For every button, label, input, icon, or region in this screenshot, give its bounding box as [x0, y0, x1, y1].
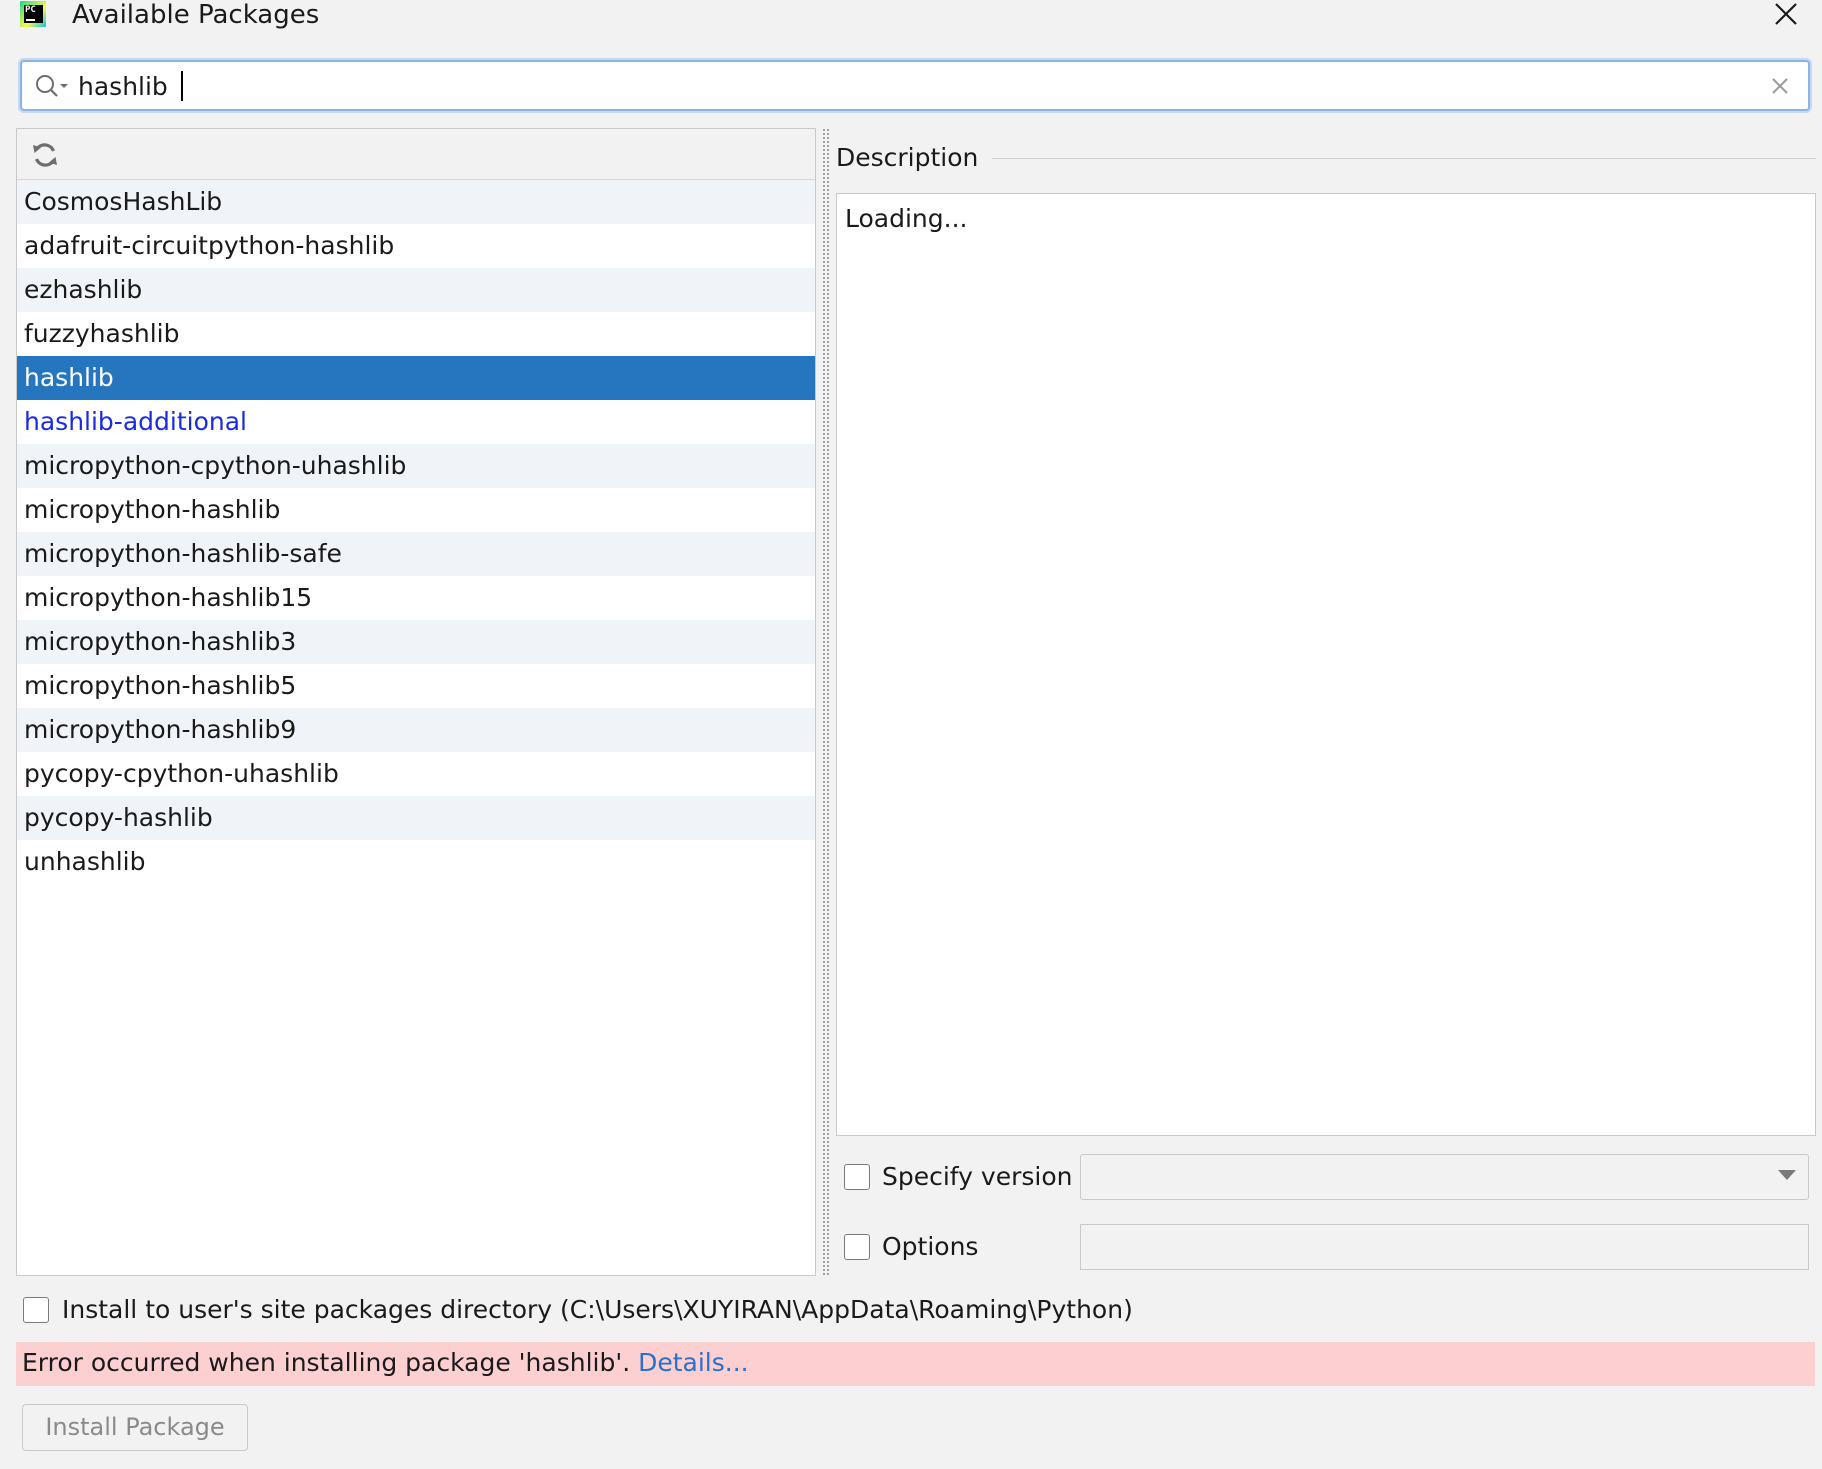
- refresh-icon[interactable]: [29, 139, 61, 171]
- package-list-item[interactable]: ezhashlib: [17, 268, 815, 312]
- description-box: Loading...: [836, 193, 1816, 1136]
- package-list-item[interactable]: micropython-hashlib5: [17, 664, 815, 708]
- package-list-item[interactable]: unhashlib: [17, 840, 815, 884]
- chevron-down-icon: [1778, 1170, 1796, 1180]
- title-bar: PC Available Packages: [0, 0, 1822, 40]
- panel-splitter[interactable]: [822, 128, 830, 1276]
- package-list-item[interactable]: micropython-hashlib3: [17, 620, 815, 664]
- list-toolbar: [17, 129, 815, 180]
- package-list-item[interactable]: micropython-hashlib-safe: [17, 532, 815, 576]
- options-checkbox[interactable]: [844, 1234, 870, 1260]
- pycharm-logo-icon: PC: [20, 1, 46, 27]
- search-icon[interactable]: [34, 73, 70, 99]
- options-label: Options: [882, 1232, 979, 1261]
- package-list-item[interactable]: hashlib-additional: [17, 400, 815, 444]
- install-package-button[interactable]: Install Package: [22, 1404, 248, 1451]
- search-field[interactable]: [20, 60, 1810, 111]
- package-list-item[interactable]: micropython-cpython-uhashlib: [17, 444, 815, 488]
- package-list-item[interactable]: CosmosHashLib: [17, 180, 815, 224]
- window-title: Available Packages: [72, 0, 320, 30]
- description-label: Description: [836, 142, 993, 174]
- package-list-item[interactable]: micropython-hashlib: [17, 488, 815, 532]
- details-link[interactable]: Details...: [638, 1348, 749, 1377]
- user-site-label: Install to user's site packages director…: [62, 1295, 1133, 1324]
- package-list-item[interactable]: pycopy-hashlib: [17, 796, 815, 840]
- package-list-item[interactable]: micropython-hashlib15: [17, 576, 815, 620]
- user-site-checkbox[interactable]: [23, 1297, 49, 1323]
- description-text: Loading...: [845, 204, 968, 233]
- error-message: Error occurred when installing package '…: [22, 1346, 749, 1380]
- specify-version-checkbox[interactable]: [844, 1164, 870, 1190]
- version-dropdown[interactable]: [1080, 1154, 1809, 1200]
- package-list-item[interactable]: adafruit-circuitpython-hashlib: [17, 224, 815, 268]
- package-list-item[interactable]: fuzzyhashlib: [17, 312, 815, 356]
- clear-icon[interactable]: [1768, 74, 1792, 98]
- package-list-item[interactable]: hashlib: [17, 356, 815, 400]
- package-list: CosmosHashLib adafruit-circuitpython-hash…: [17, 180, 815, 884]
- search-input[interactable]: [78, 68, 1718, 104]
- options-input[interactable]: [1080, 1224, 1809, 1270]
- available-packages-dialog: PC Available Packages hashlib CosmosHash…: [0, 0, 1822, 1469]
- error-message-text: Error occurred when installing package '…: [22, 1348, 631, 1377]
- package-list-panel: CosmosHashLib adafruit-circuitpython-hash…: [16, 128, 816, 1276]
- package-list-item[interactable]: pycopy-cpython-uhashlib: [17, 752, 815, 796]
- text-caret: [181, 71, 183, 101]
- error-banner: Error occurred when installing package '…: [16, 1342, 1815, 1386]
- close-icon[interactable]: [1770, 0, 1802, 32]
- package-list-item[interactable]: micropython-hashlib9: [17, 708, 815, 752]
- specify-version-label: Specify version: [882, 1162, 1073, 1191]
